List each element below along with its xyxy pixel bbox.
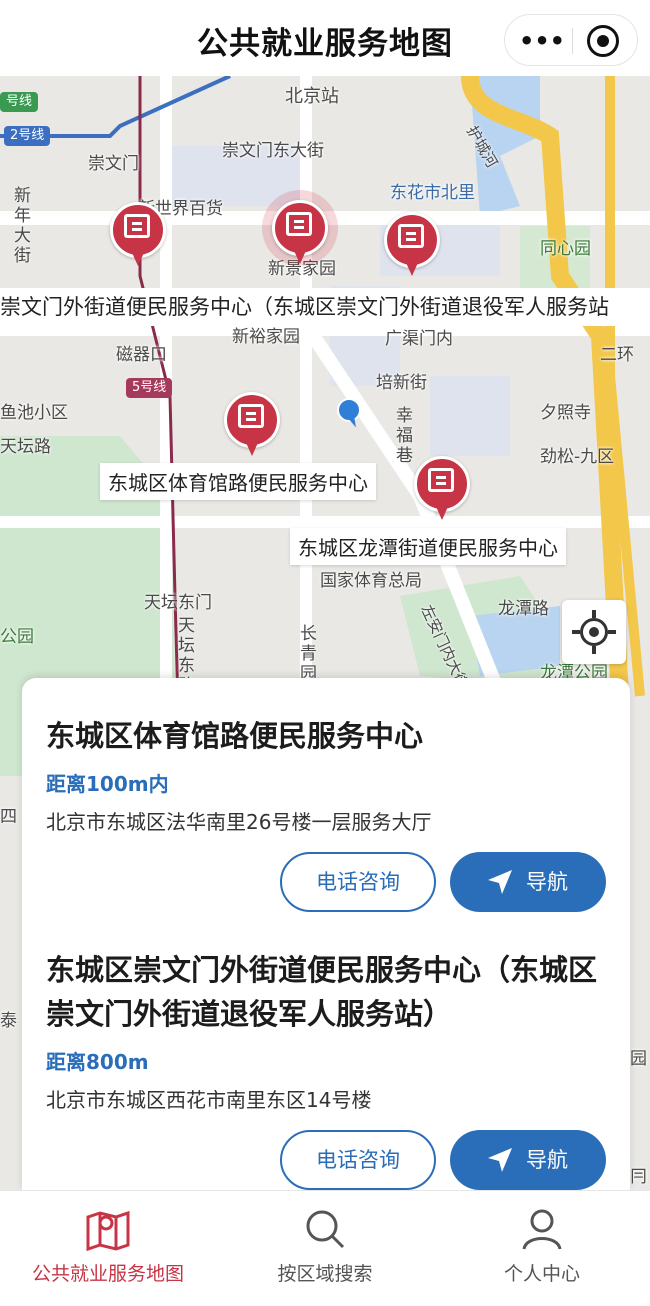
result-distance: 距离800m [46, 1050, 149, 1074]
map-label-park: 公园 [0, 627, 34, 647]
subway-line-badge: 号线 [0, 92, 39, 112]
result-name: 东城区崇文门外街道便民服务中心（东城区崇文门外街道退役军人服务站） [46, 953, 598, 1031]
marker-label-longtan[interactable]: 东城区龙潭街道便民服务中心 [290, 528, 566, 565]
selected-center-banner[interactable]: 崇文门外街道便民服务中心（东城区崇文门外街道退役军人服务站 [0, 288, 650, 326]
bottom-tab-bar: 公共就业服务地图 按区域搜索 个人中心 [0, 1190, 650, 1306]
results-sheet[interactable]: 东城区体育馆路便民服务中心 距离100m内 北京市东城区法华南里26号楼一层服务… [22, 678, 630, 1190]
marker-tail [129, 246, 147, 266]
map-label-tiantan-road: 天坛路 [0, 437, 51, 457]
more-icon[interactable]: ••• [519, 23, 565, 59]
document-icon [398, 224, 424, 248]
title-bar: 公共就业服务地图 ••• [0, 0, 650, 76]
crosshair-tick [572, 630, 580, 634]
subway-line-5-badge: 5号线 [126, 378, 173, 398]
result-distance: 距离100m内 [46, 772, 169, 796]
map-label-edge-mao: 冃 [630, 1167, 647, 1187]
marker-tail [403, 256, 421, 276]
marker-tail [433, 500, 451, 520]
capsule-divider [572, 28, 573, 54]
navigate-button[interactable]: 导航 [450, 1130, 606, 1190]
navigate-button[interactable]: 导航 [450, 852, 606, 912]
map-label-ciqikou: 磁器口 [116, 345, 167, 365]
crosshair-tick [592, 646, 596, 654]
map-label-edge-tai: 泰 [0, 1011, 17, 1031]
map-label-xinnian: 新年大街 [14, 186, 31, 266]
subway-line-2-badge: 2号线 [4, 126, 51, 146]
map-label-tongxinyuan: 同心园 [540, 239, 591, 259]
map-label-tiantan-east-gate: 天坛东门 [144, 593, 212, 613]
map-label-xingfu: 幸福巷 [396, 406, 413, 466]
service-center-marker-tiyuguan[interactable] [224, 392, 280, 458]
tab-label: 公共就业服务地图 [31, 1263, 184, 1285]
map-label-longtan-road: 龙潭路 [498, 599, 549, 619]
map-label-chongwenmen: 崇文门 [88, 154, 139, 174]
map-label-jinsong: 劲松-九区 [540, 447, 615, 467]
navigation-arrow-icon [488, 870, 512, 894]
tab-area-search[interactable]: 按区域搜索 [217, 1191, 433, 1306]
map-label-chongwenmen-east-st: 崇文门东大街 [222, 141, 324, 161]
tab-label: 个人中心 [503, 1263, 580, 1285]
map-label-guangqumen: 广渠门内 [385, 329, 453, 349]
miniprogram-capsule: ••• [504, 14, 638, 66]
map-label-edge-yuan: 园 [630, 1049, 647, 1069]
current-location-icon [337, 398, 361, 422]
close-icon[interactable] [587, 25, 619, 57]
locate-me-button[interactable] [562, 600, 626, 664]
document-icon [286, 212, 312, 236]
result-address: 北京市东城区法华南里26号楼一层服务大厅 [46, 810, 432, 834]
crosshair-icon [580, 618, 608, 646]
phone-consult-button[interactable]: 电话咨询 [280, 1130, 436, 1190]
tab-service-map[interactable]: 公共就业服务地图 [0, 1191, 216, 1306]
map-label-changqing: 长青园 [300, 624, 317, 684]
service-center-marker-longtan[interactable] [414, 456, 470, 522]
marker-tail [243, 436, 261, 456]
navigate-label: 导航 [526, 870, 568, 894]
document-icon [124, 214, 150, 238]
marker-label-tiyuguan[interactable]: 东城区体育馆路便民服务中心 [100, 463, 376, 500]
document-icon [238, 404, 264, 428]
service-center-marker[interactable] [384, 212, 440, 278]
tab-personal-center[interactable]: 个人中心 [434, 1191, 650, 1306]
navigate-label: 导航 [526, 1148, 568, 1172]
marker-tail [291, 244, 309, 264]
search-icon [306, 1210, 345, 1249]
map-label-peixin: 培新街 [376, 373, 427, 393]
map-label-donghuashi: 东花市北里 [390, 183, 475, 203]
map-label-xizhaosi: 夕照寺 [540, 403, 591, 423]
person-icon [522, 1209, 562, 1250]
map-label-ring: 二环 [600, 345, 634, 365]
tab-label: 按区域搜索 [277, 1263, 373, 1285]
map-label-yuchi: 鱼池小区 [0, 403, 68, 423]
map-label-edge-si: 四 [0, 807, 17, 827]
service-center-marker-selected[interactable] [262, 190, 338, 266]
map-label-sports-admin: 国家体育总局 [320, 571, 422, 591]
crosshair-tick [608, 630, 616, 634]
result-name: 东城区体育馆路便民服务中心 [46, 719, 424, 753]
navigation-arrow-icon [488, 1148, 512, 1172]
phone-consult-button[interactable]: 电话咨询 [280, 852, 436, 912]
crosshair-tick [592, 610, 596, 618]
result-address: 北京市东城区西花市南里东区14号楼 [46, 1088, 372, 1112]
map-label-beijing-station: 北京站 [285, 86, 339, 107]
document-icon [428, 468, 454, 492]
service-center-marker[interactable] [110, 202, 166, 268]
map-pin-icon [86, 1210, 130, 1252]
